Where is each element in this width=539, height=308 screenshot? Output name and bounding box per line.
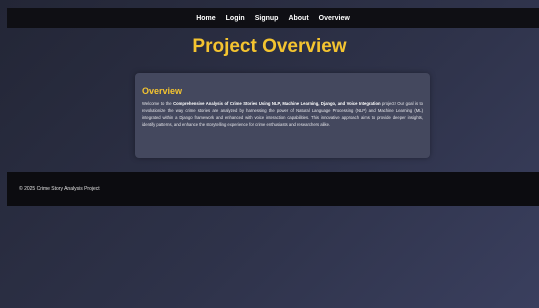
page-title: Project Overview <box>192 36 347 57</box>
top-navbar: Home Login Signup About Overview <box>7 8 539 28</box>
project-name: Comprehensive Analysis of Crime Stories … <box>173 101 381 106</box>
nav-link-about[interactable]: About <box>288 15 308 22</box>
nav-link-login[interactable]: Login <box>226 15 245 22</box>
overview-paragraph: Welcome to the Comprehensive Analysis of… <box>142 100 423 128</box>
overview-card: Overview Welcome to the Comprehensive An… <box>135 73 430 158</box>
copyright-text: © 2025 Crime Story Analysis Project <box>19 186 100 192</box>
nav-link-home[interactable]: Home <box>196 15 215 22</box>
intro-text: Welcome to the <box>142 101 174 106</box>
page-footer: © 2025 Crime Story Analysis Project <box>7 172 539 206</box>
card-heading: Overview <box>142 86 183 96</box>
nav-link-signup[interactable]: Signup <box>255 15 279 22</box>
nav-link-overview[interactable]: Overview <box>319 15 350 22</box>
